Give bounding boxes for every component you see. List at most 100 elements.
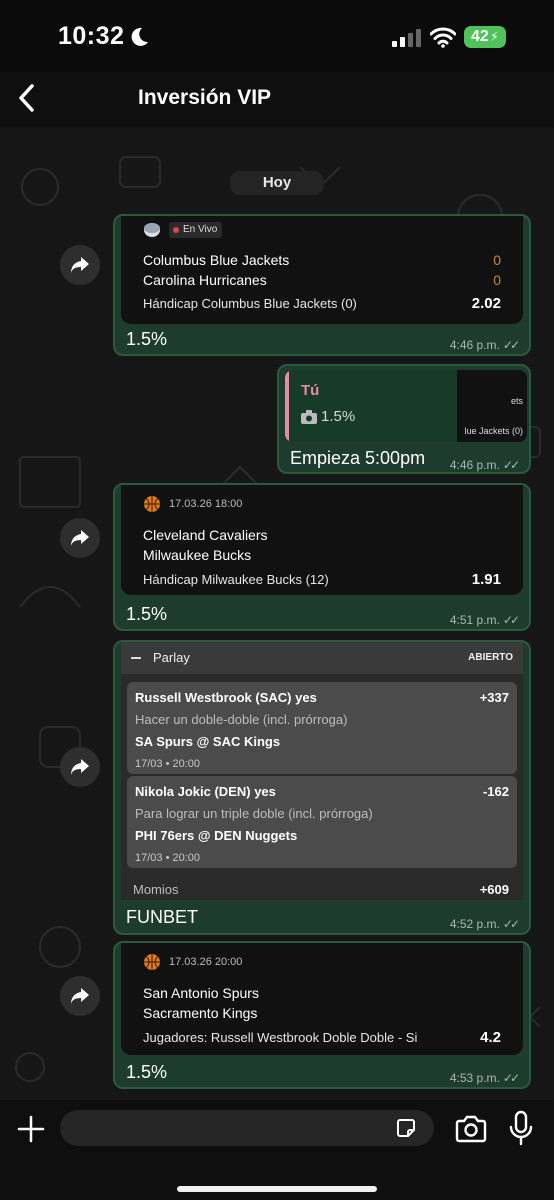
plus-icon[interactable] [16, 1114, 46, 1144]
message-bubble[interactable]: 17.03.26 18:00 Cleveland Cavaliers Milwa… [113, 483, 531, 631]
message-caption: 1.5% [126, 329, 168, 349]
event-date: 17.03.26 20:00 [169, 956, 243, 968]
message-input[interactable] [60, 1110, 434, 1146]
reply-text: 1.5% [321, 408, 356, 425]
reply-message-bubble[interactable]: Tú 1.5% ets lue Jackets (0) Empieza 5:00… [277, 364, 531, 474]
forward-arrow-icon [71, 988, 89, 1004]
message-composer [0, 1100, 554, 1200]
bet-odds: 2.02 [471, 295, 501, 312]
leg-selection: Nikola Jokic (DEN) yes [135, 784, 276, 799]
reply-accent-bar [285, 370, 289, 442]
message-caption: 1.5% [126, 1062, 168, 1082]
bet-odds: 1.91 [471, 571, 501, 588]
quoted-reply[interactable]: Tú 1.5% ets lue Jackets (0) [285, 370, 527, 442]
forward-button[interactable] [60, 747, 100, 787]
camera-icon[interactable] [454, 1114, 488, 1144]
timestamp-text: 4:46 p.m. [449, 458, 500, 472]
team-home: Cleveland Cavaliers [143, 527, 268, 543]
leg-odds: -162 [482, 784, 509, 799]
status-bar: 10:32 42⚡ [0, 0, 554, 72]
leg-match: SA Spurs @ SAC Kings [135, 734, 281, 749]
message-timestamp: 4:53 p.m. ✓✓ [449, 1071, 520, 1085]
moon-icon [131, 27, 148, 46]
sticker-icon[interactable] [394, 1116, 418, 1140]
chat-header: Inversión VIP [0, 72, 554, 127]
battery-indicator: 42⚡ [464, 26, 506, 48]
message-bubble[interactable]: Parlay ABIERTO Russell Westbrook (SAC) y… [113, 640, 531, 935]
bet-card[interactable]: 17.03.26 20:00 San Antonio Spurs Sacrame… [121, 943, 523, 1055]
bet-odds: 4.2 [480, 1029, 501, 1046]
read-ticks-icon: ✓✓ [502, 338, 520, 352]
message-bubble[interactable]: 17.03.26 20:00 San Antonio Spurs Sacrame… [113, 941, 531, 1089]
leg-market: Para lograr un triple doble (incl. prórr… [135, 806, 373, 821]
leg-date: 17/03 • 20:00 [135, 758, 201, 770]
photo-camera-icon [301, 410, 317, 424]
leg-market: Hacer un doble-doble (incl. prórroga) [135, 712, 348, 727]
wifi-icon [430, 27, 456, 48]
bet-market: Jugadores: Russell Westbrook Doble Doble… [143, 1030, 418, 1045]
forward-arrow-icon [71, 759, 89, 775]
read-ticks-icon: ✓✓ [502, 1071, 520, 1085]
leg-match: PHI 76ers @ DEN Nuggets [135, 828, 298, 843]
message-timestamp: 4:51 p.m. ✓✓ [449, 613, 520, 627]
parlay-leg[interactable]: Russell Westbrook (SAC) yes +337 Hacer u… [127, 682, 517, 774]
thumb-text-2: lue Jackets (0) [464, 426, 523, 436]
thumb-text-1: ets [510, 396, 523, 406]
read-ticks-icon: ✓✓ [502, 917, 520, 931]
message-text: Empieza 5:00pm [290, 448, 426, 468]
leg-date: 17/03 • 20:00 [135, 852, 201, 864]
collapse-minus-icon[interactable] [131, 657, 141, 659]
date-separator: Hoy [230, 171, 324, 195]
parlay-body: Russell Westbrook (SAC) yes +337 Hacer u… [121, 674, 523, 900]
charging-icon: ⚡ [489, 29, 499, 44]
score-away: 0 [493, 272, 501, 288]
team-away: Carolina Hurricanes [143, 272, 267, 288]
team-away: Sacramento Kings [143, 1005, 258, 1021]
status-time: 10:32 [58, 22, 125, 50]
battery-level: 42 [471, 28, 489, 45]
basketball-icon [144, 496, 160, 512]
live-dot [173, 227, 179, 233]
home-indicator [177, 1186, 377, 1192]
bet-market: Hándicap Columbus Blue Jackets (0) [143, 296, 357, 311]
read-ticks-icon: ✓✓ [502, 458, 520, 472]
bet-market: Hándicap Milwaukee Bucks (12) [143, 572, 329, 587]
microphone-icon[interactable] [508, 1110, 534, 1146]
chat-title[interactable]: Inversión VIP [138, 86, 271, 110]
leg-selection: Russell Westbrook (SAC) yes [135, 690, 317, 705]
parlay-header[interactable]: Parlay ABIERTO [121, 642, 523, 674]
message-timestamp: 4:52 p.m. ✓✓ [449, 917, 520, 931]
message-bubble[interactable]: En Vivo Columbus Blue Jackets 0 Carolina… [113, 214, 531, 356]
chat-area[interactable]: Hoy En Vivo Columbus Blue Jackets 0 Caro… [0, 127, 554, 1100]
message-caption: 1.5% [126, 604, 168, 624]
momios-label: Momios [133, 882, 179, 897]
message-timestamp: 4:46 p.m. ✓✓ [449, 458, 520, 472]
reply-author: Tú [301, 382, 320, 399]
forward-button[interactable] [60, 976, 100, 1016]
score-home: 0 [493, 252, 501, 268]
live-label: En Vivo [183, 224, 218, 235]
reply-thumbnail: ets lue Jackets (0) [457, 370, 527, 442]
live-badge: En Vivo [169, 222, 223, 238]
signal-icon [392, 29, 421, 47]
parlay-title: Parlay [153, 650, 190, 665]
message-timestamp: 4:46 p.m. ✓✓ [449, 338, 520, 352]
team-away: Milwaukee Bucks [143, 547, 252, 563]
bet-card[interactable]: 17.03.26 18:00 Cleveland Cavaliers Milwa… [121, 485, 523, 595]
forward-button[interactable] [60, 518, 100, 558]
back-chevron-icon[interactable] [12, 80, 42, 116]
parlay-leg[interactable]: Nikola Jokic (DEN) yes -162 Para lograr … [127, 776, 517, 868]
timestamp-text: 4:51 p.m. [449, 613, 500, 627]
forward-button[interactable] [60, 245, 100, 285]
event-date: 17.03.26 18:00 [169, 498, 243, 510]
leg-odds: +337 [479, 690, 509, 705]
bet-card[interactable]: En Vivo Columbus Blue Jackets 0 Carolina… [121, 216, 523, 324]
forward-arrow-icon [71, 530, 89, 546]
timestamp-text: 4:53 p.m. [449, 1071, 500, 1085]
team-home: Columbus Blue Jackets [143, 252, 290, 268]
read-ticks-icon: ✓✓ [502, 613, 520, 627]
timestamp-text: 4:46 p.m. [449, 338, 500, 352]
forward-arrow-icon [71, 257, 89, 273]
team-home: San Antonio Spurs [143, 985, 259, 1001]
timestamp-text: 4:52 p.m. [449, 917, 500, 931]
